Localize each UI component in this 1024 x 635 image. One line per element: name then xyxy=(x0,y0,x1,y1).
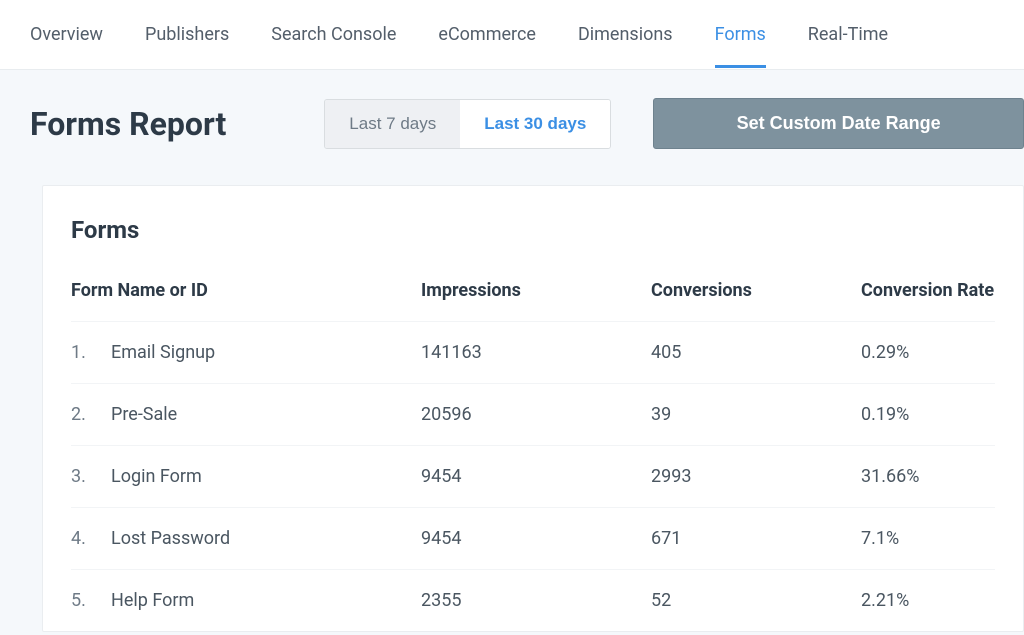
main-area: Forms Report Last 7 days Last 30 days Se… xyxy=(0,70,1024,632)
column-header-impressions: Impressions xyxy=(421,280,651,301)
row-rate: 2.21% xyxy=(861,590,995,611)
row-index: 3. xyxy=(71,466,111,487)
row-conversions: 671 xyxy=(651,528,861,549)
table-row: 1. Email Signup 141163 405 0.29% xyxy=(71,321,995,383)
table-row: 3. Login Form 9454 2993 31.66% xyxy=(71,445,995,507)
row-rate: 31.66% xyxy=(861,466,995,487)
row-index: 2. xyxy=(71,404,111,425)
date-range-group: Last 7 days Last 30 days xyxy=(324,99,611,149)
row-rate: 7.1% xyxy=(861,528,995,549)
column-header-rate: Conversion Rate xyxy=(861,280,995,301)
row-impressions: 9454 xyxy=(421,466,651,487)
row-index: 1. xyxy=(71,342,111,363)
row-index: 4. xyxy=(71,528,111,549)
nav-tabs: Overview Publishers Search Console eComm… xyxy=(0,0,1024,70)
tab-forms[interactable]: Forms xyxy=(715,1,766,68)
tab-dimensions[interactable]: Dimensions xyxy=(578,1,673,68)
set-custom-date-range-button[interactable]: Set Custom Date Range xyxy=(653,98,1024,149)
table-row: 4. Lost Password 9454 671 7.1% xyxy=(71,507,995,569)
tab-search-console[interactable]: Search Console xyxy=(271,1,396,68)
table-header-row: Form Name or ID Impressions Conversions … xyxy=(71,280,995,321)
row-conversions: 52 xyxy=(651,590,861,611)
row-name: Login Form xyxy=(111,466,421,487)
row-impressions: 9454 xyxy=(421,528,651,549)
date-range-last-7-days[interactable]: Last 7 days xyxy=(325,100,460,148)
row-name: Pre-Sale xyxy=(111,404,421,425)
row-name: Help Form xyxy=(111,590,421,611)
page-title: Forms Report xyxy=(30,105,226,143)
forms-card: Forms Form Name or ID Impressions Conver… xyxy=(42,185,1024,632)
row-impressions: 2355 xyxy=(421,590,651,611)
tab-real-time[interactable]: Real-Time xyxy=(808,1,888,68)
forms-card-title: Forms xyxy=(71,216,995,244)
tab-overview[interactable]: Overview xyxy=(30,1,103,68)
table-row: 5. Help Form 2355 52 2.21% xyxy=(71,569,995,631)
row-rate: 0.29% xyxy=(861,342,995,363)
column-header-name: Form Name or ID xyxy=(71,280,421,301)
date-range-last-30-days[interactable]: Last 30 days xyxy=(460,100,610,148)
tab-publishers[interactable]: Publishers xyxy=(145,1,229,68)
row-conversions: 39 xyxy=(651,404,861,425)
column-header-conversions: Conversions xyxy=(651,280,861,301)
tab-ecommerce[interactable]: eCommerce xyxy=(438,1,536,68)
row-name: Email Signup xyxy=(111,342,421,363)
table-row: 2. Pre-Sale 20596 39 0.19% xyxy=(71,383,995,445)
row-index: 5. xyxy=(71,590,111,611)
header-row: Forms Report Last 7 days Last 30 days Se… xyxy=(30,98,1024,149)
row-impressions: 20596 xyxy=(421,404,651,425)
row-impressions: 141163 xyxy=(421,342,651,363)
row-conversions: 2993 xyxy=(651,466,861,487)
row-conversions: 405 xyxy=(651,342,861,363)
row-rate: 0.19% xyxy=(861,404,995,425)
row-name: Lost Password xyxy=(111,528,421,549)
